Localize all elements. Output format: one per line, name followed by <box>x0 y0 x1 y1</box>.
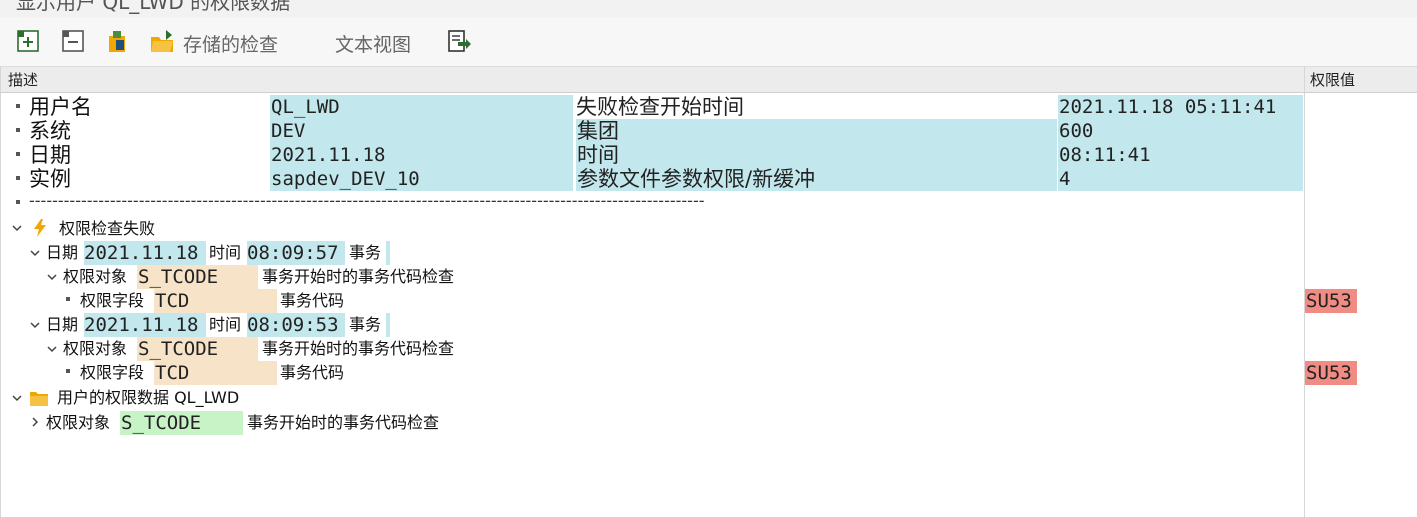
transaction-label: 事务 <box>349 315 382 334</box>
collapse-all-icon[interactable] <box>60 28 86 54</box>
header-value: DEV <box>270 119 573 143</box>
time-label: 时间 <box>209 315 242 334</box>
date-label: 日期 <box>46 315 79 334</box>
transaction-value <box>386 241 390 265</box>
auth-object-label: 权限对象 <box>63 339 128 358</box>
header-value: 2021.11.18 <box>270 143 573 167</box>
chevron-right-icon[interactable] <box>29 416 41 428</box>
bullet <box>16 104 20 108</box>
clipboard-icon[interactable] <box>104 28 130 54</box>
chevron-down-icon[interactable] <box>29 319 41 331</box>
column-header-auth-value[interactable]: 权限值 <box>1305 67 1417 93</box>
header-label: 日期 <box>29 143 71 167</box>
date-value: 2021.11.18 <box>84 241 206 265</box>
export-icon[interactable] <box>446 28 472 54</box>
column-header-auth-value-label: 权限值 <box>1310 71 1356 89</box>
transaction-value <box>386 313 390 337</box>
auth-object-desc: 事务开始时的事务代码检查 <box>262 267 455 286</box>
bullet <box>16 200 20 204</box>
header-label: 系统 <box>29 119 71 143</box>
date-label: 日期 <box>46 243 79 262</box>
window-title: 显示用户 QL_LWD 的权限数据 <box>16 0 291 14</box>
header-label-2: 参数文件参数权限/新缓冲 <box>576 167 1057 191</box>
header-label-2: 集团 <box>576 119 1057 143</box>
header-label: 用户名 <box>29 95 92 119</box>
auth-field-desc: 事务代码 <box>280 363 345 382</box>
auth-object-label: 权限对象 <box>63 267 128 286</box>
auth-field-desc: 事务代码 <box>280 291 345 310</box>
column-header-description-label: 描述 <box>8 71 39 89</box>
auth-value: SU53 <box>1305 289 1357 313</box>
time-label: 时间 <box>209 243 242 262</box>
toolbar: 存储的检查 文本视图 <box>0 18 1417 67</box>
header-label-2: 时间 <box>576 143 1057 167</box>
expand-all-icon[interactable] <box>15 28 41 54</box>
left-border <box>0 67 1 517</box>
failed-checks-node[interactable]: 权限检查失败 <box>59 217 155 241</box>
bullet <box>66 297 70 301</box>
bullet <box>66 369 70 373</box>
chevron-down-icon[interactable] <box>11 222 23 234</box>
chevron-down-icon[interactable] <box>29 247 41 259</box>
time-value: 08:09:53 <box>247 313 345 337</box>
auth-object-name: S_TCODE <box>137 265 258 289</box>
date-value: 2021.11.18 <box>84 313 206 337</box>
header-value: QL_LWD <box>270 95 573 119</box>
header-label: 实例 <box>29 167 71 191</box>
auth-object-name: S_TCODE <box>137 337 258 361</box>
header-value: sapdev_DEV_10 <box>270 167 573 191</box>
bullet <box>16 176 20 180</box>
header-label-2: 失败检查开始时间 <box>576 95 744 119</box>
text-view-button[interactable]: 文本视图 <box>335 30 411 57</box>
header-value-2: 4 <box>1058 167 1303 191</box>
chevron-down-icon[interactable] <box>46 271 58 283</box>
bullet <box>16 128 20 132</box>
column-header-description[interactable]: 描述 <box>0 67 1304 93</box>
open-folder-icon[interactable] <box>149 28 175 54</box>
auth-field-label: 权限字段 <box>80 291 145 310</box>
auth-object-desc: 事务开始时的事务代码检查 <box>247 413 440 432</box>
stored-checks-button[interactable]: 存储的检查 <box>183 30 278 57</box>
separator-line: ----------------------------------------… <box>29 191 705 210</box>
auth-field-name: TCD <box>154 289 277 313</box>
auth-object-name: S_TCODE <box>120 411 243 435</box>
header-value-2: 08:11:41 <box>1058 143 1303 167</box>
auth-value: SU53 <box>1305 361 1357 385</box>
auth-object-label: 权限对象 <box>46 413 111 432</box>
user-auth-data-node[interactable]: 用户的权限数据 QL_LWD <box>57 386 239 410</box>
auth-field-label: 权限字段 <box>80 363 145 382</box>
lightning-icon <box>34 219 46 237</box>
chevron-down-icon[interactable] <box>11 392 23 404</box>
auth-field-name: TCD <box>154 361 277 385</box>
chevron-down-icon[interactable] <box>46 343 58 355</box>
folder-icon <box>30 392 48 406</box>
bullet <box>16 152 20 156</box>
window-titlebar: 显示用户 QL_LWD 的权限数据 <box>0 0 1417 18</box>
time-value: 08:09:57 <box>247 241 345 265</box>
transaction-label: 事务 <box>349 243 382 262</box>
auth-object-desc: 事务开始时的事务代码检查 <box>262 339 455 358</box>
header-value-2: 600 <box>1058 119 1303 143</box>
header-value-2: 2021.11.18 05:11:41 <box>1058 95 1303 119</box>
